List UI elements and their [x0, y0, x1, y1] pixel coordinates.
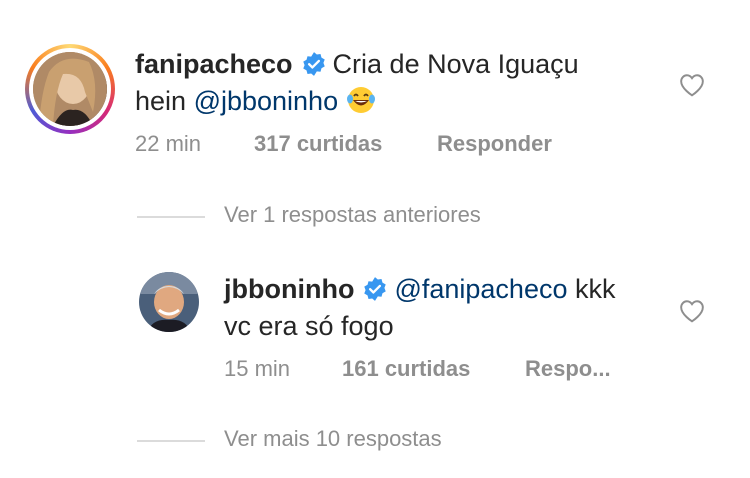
view-previous-replies[interactable]: Ver 1 respostas anteriores [0, 202, 750, 232]
comment-meta: 15 min 161 curtidas Respo... [0, 356, 750, 386]
divider-line [137, 216, 205, 218]
view-more-label[interactable]: Ver mais 10 respostas [224, 426, 442, 452]
mention-link[interactable]: @jbboninho [194, 86, 339, 116]
comment-body-line2: vc era só fogo [224, 311, 394, 341]
laughing-tears-emoji-icon [346, 87, 375, 113]
username[interactable]: fanipacheco [135, 49, 293, 79]
avatar[interactable] [33, 52, 107, 126]
view-previous-label[interactable]: Ver 1 respostas anteriores [224, 202, 481, 228]
heart-icon[interactable] [679, 73, 705, 97]
verified-badge-icon [364, 277, 387, 301]
comment-body: kkk [567, 274, 616, 304]
comment-body: Cria de Nova Iguaçu [332, 49, 579, 79]
likes-count[interactable]: 161 curtidas [342, 356, 470, 382]
avatar-image [139, 272, 199, 332]
heart-icon[interactable] [679, 299, 705, 323]
comment-text: jbboninho @fanipacheco kkk vc era só fogo [224, 271, 664, 345]
reply-button[interactable]: Respo... [525, 356, 611, 382]
avatar-image [33, 52, 107, 126]
username[interactable]: jbboninho [224, 274, 354, 304]
verified-badge-icon [302, 52, 325, 76]
divider-line [137, 440, 205, 442]
view-more-replies[interactable]: Ver mais 10 respostas [0, 426, 750, 456]
comment-text: fanipacheco Cria de Nova Iguaçu hein @jbb… [135, 46, 655, 120]
timestamp: 22 min [135, 131, 202, 156]
reply-button[interactable]: Responder [437, 131, 552, 157]
comment-body-line2: hein [135, 86, 194, 116]
comment-jbboninho: jbboninho @fanipacheco kkk vc era só fogo… [0, 260, 750, 400]
avatar[interactable] [139, 272, 199, 332]
mention-link[interactable]: @fanipacheco [394, 274, 567, 304]
comment-fanipacheco: fanipacheco Cria de Nova Iguaçu hein @jbb… [0, 0, 750, 180]
timestamp: 15 min [224, 356, 291, 381]
likes-count[interactable]: 317 curtidas [254, 131, 382, 157]
comment-meta: 22 min 317 curtidas Responder [0, 131, 750, 161]
